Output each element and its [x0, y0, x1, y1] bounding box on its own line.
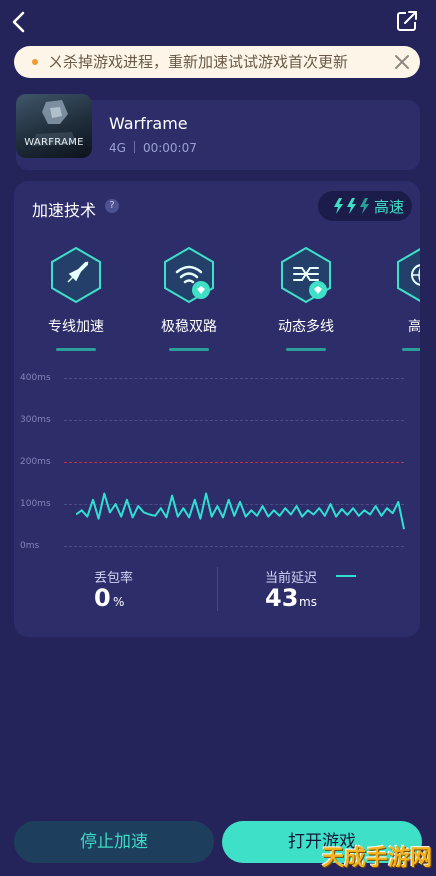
- packet-loss-value: 0: [94, 584, 111, 612]
- network-type: 4G: [109, 141, 126, 155]
- packet-loss-unit: %: [113, 595, 125, 609]
- tech-item-dual[interactable]: 极稳双路: [159, 244, 219, 351]
- grid-line: [64, 378, 404, 379]
- latency-line: [76, 492, 405, 530]
- y-tick-label: 300ms: [20, 415, 51, 425]
- tech-item-label: 动态多线: [278, 319, 334, 335]
- tech-item-highspeed[interactable]: 高速: [392, 244, 420, 351]
- warframe-art: [32, 100, 76, 146]
- tech-item-indicator: [402, 348, 420, 351]
- globe-icon: [397, 248, 420, 302]
- grid-line: [64, 546, 404, 547]
- game-name: Warframe: [109, 114, 188, 133]
- threshold-line: [64, 462, 404, 463]
- session-timer: 00:00:07: [142, 141, 197, 155]
- y-tick-label: 0ms: [20, 541, 40, 551]
- stop-boost-button[interactable]: 停止加速: [14, 821, 214, 863]
- tech-item-indicator: [56, 348, 96, 351]
- share-icon[interactable]: [396, 10, 418, 32]
- network-info: 4G 00:00:07: [109, 141, 197, 155]
- top-bar: [0, 0, 436, 44]
- back-icon[interactable]: [8, 8, 32, 36]
- tech-title: 加速技术: [32, 201, 97, 220]
- latency-unit: ms: [299, 595, 317, 609]
- game-icon: WARFRAME: [16, 94, 92, 158]
- bolt-icon: [334, 198, 369, 214]
- notice-text: ㄨ杀掉游戏进程，重新加速试试游戏首次更新: [48, 53, 349, 71]
- notice-dot: [32, 59, 38, 65]
- latency-legend-line: [336, 575, 356, 577]
- y-tick-label: 400ms: [20, 373, 51, 383]
- speed-mode-label: 高速: [374, 198, 405, 216]
- tech-item-label: 高速: [408, 319, 420, 335]
- wifi-dual-icon: [164, 246, 214, 304]
- close-icon[interactable]: [392, 52, 412, 72]
- grid-line: [64, 420, 404, 421]
- tech-item-multi[interactable]: 动态多线: [276, 244, 336, 351]
- speed-mode-badge[interactable]: 高速: [318, 191, 412, 221]
- tech-item-label: 极稳双路: [161, 319, 217, 335]
- stats-divider: [217, 567, 218, 611]
- y-tick-label: 100ms: [20, 499, 51, 509]
- y-tick-label: 200ms: [20, 457, 51, 467]
- tech-item-indicator: [169, 348, 209, 351]
- notice-banner: ㄨ杀掉游戏进程，重新加速试试游戏首次更新: [14, 46, 420, 78]
- game-logo-text: WARFRAME: [24, 137, 84, 148]
- help-icon[interactable]: ?: [105, 199, 119, 213]
- multi-line-icon: [281, 246, 331, 304]
- latency-value: 43: [265, 584, 299, 612]
- tech-item-label: 专线加速: [48, 319, 104, 335]
- watermark-logo: 天成手游网: [321, 846, 432, 871]
- divider: [133, 141, 135, 153]
- rocket-icon: [51, 246, 101, 304]
- tech-item-indicator: [286, 348, 326, 351]
- tech-item-dedicated[interactable]: 专线加速: [46, 244, 106, 351]
- latency-series: [76, 492, 405, 530]
